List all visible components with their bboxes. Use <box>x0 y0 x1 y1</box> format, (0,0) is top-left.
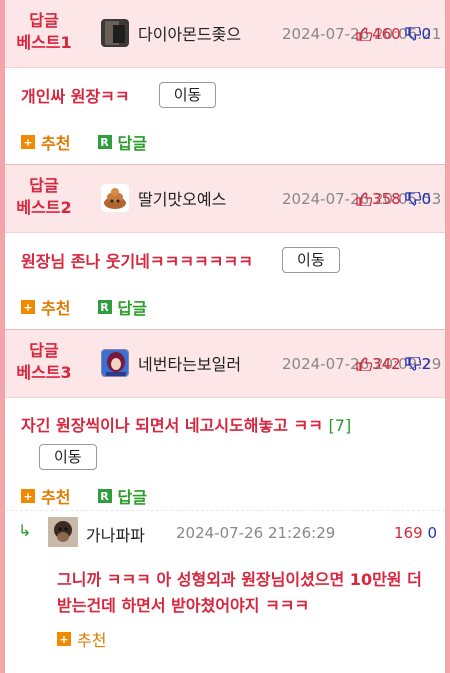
reply-comment: ↳ 가나파파 2024-07-26 21:26:29 169 0 그니까 ㅋㅋㅋ… <box>5 510 445 651</box>
recommend-button[interactable]: + 추천 <box>21 130 70 154</box>
best-comment-header: 답글 베스트2 딸기맛오예스 2024-07-26 20:05:53 358 0 <box>5 165 445 233</box>
nickname[interactable]: 가나파파 <box>86 522 145 546</box>
avatar[interactable] <box>48 517 78 547</box>
best-comment-3: 답글 베스트3 네번타는보일러 2024-07-26 20:09:29 342 … <box>5 330 445 510</box>
thumb-down-icon[interactable] <box>405 191 422 206</box>
vote-counts: 342 2 <box>356 355 431 373</box>
comment-text: 개인싸 원장ㅋㅋ <box>21 87 130 106</box>
comment-actions: + 추천 R 답글 <box>5 124 445 164</box>
reply-arrow-icon: ↳ <box>18 521 32 540</box>
r-box-icon: R <box>97 135 112 149</box>
comment-actions: + 추천 <box>5 619 445 651</box>
reply-label: 답글 <box>117 488 147 507</box>
thumb-up-icon[interactable] <box>356 357 373 372</box>
move-button[interactable]: 이동 <box>158 82 217 108</box>
move-button[interactable]: 이동 <box>39 444 97 470</box>
comment-body: 원장님 존나 웃기네ㅋㅋㅋㅋㅋㅋㅋ 이동 <box>5 233 445 289</box>
comment-actions: + 추천 R 답글 <box>5 289 445 329</box>
best-comment-1: 답글 베스트1 다이아몬드좆으 2024-07-26 20:06:21 460 … <box>5 0 445 165</box>
comment-body: 개인싸 원장ㅋㅋ 이동 <box>5 68 445 124</box>
avatar[interactable] <box>101 19 129 47</box>
vote-counts: 358 0 <box>356 190 431 208</box>
vote-counts: 460 0 <box>356 25 431 43</box>
thumb-down-icon[interactable] <box>405 26 422 41</box>
comment-text: 그니까 ㅋㅋㅋ 아 성형외과 원장님이셨으면 10만원 더받는건데 하면서 받아… <box>57 570 422 615</box>
thumb-up-icon[interactable] <box>356 27 373 42</box>
recommend-label: 추천 <box>41 299 71 318</box>
r-box-icon: R <box>97 489 112 503</box>
reply-button[interactable]: R 답글 <box>97 295 147 319</box>
plus-box-icon: + <box>57 632 71 646</box>
recommend-button[interactable]: + 추천 <box>57 627 106 651</box>
thumb-down-icon[interactable] <box>405 356 422 371</box>
recommend-button[interactable]: + 추천 <box>21 295 70 319</box>
comment-panel: 답글 베스트1 다이아몬드좆으 2024-07-26 20:06:21 460 … <box>5 0 445 673</box>
upvote-count: 169 <box>394 524 423 542</box>
upvote-count: 342 <box>372 355 401 373</box>
recommend-label: 추천 <box>41 488 71 507</box>
timestamp: 2024-07-26 21:26:29 <box>176 524 336 542</box>
avatar[interactable] <box>101 184 129 212</box>
avatar[interactable] <box>101 349 129 377</box>
comment-text: 자긴 원장씩이나 되면서 네고시도해놓고 ㅋㅋ <box>21 416 329 435</box>
plus-box-icon: + <box>21 135 35 149</box>
recommend-button[interactable]: + 추천 <box>21 484 70 508</box>
r-box-icon: R <box>97 300 112 314</box>
nickname[interactable]: 다이아몬드좆으 <box>138 21 241 45</box>
comment-text: 원장님 존나 웃기네ㅋㅋㅋㅋㅋㅋㅋ <box>21 252 253 271</box>
reply-count: [7] <box>328 416 352 435</box>
best-label: 답글 베스트3 <box>16 341 72 382</box>
reply-label: 답글 <box>117 134 147 153</box>
upvote-count: 460 <box>372 25 401 43</box>
downvote-count: 0 <box>421 25 431 43</box>
thumb-up-icon[interactable] <box>356 192 373 207</box>
best-comment-header: 답글 베스트1 다이아몬드좆으 2024-07-26 20:06:21 460 … <box>5 0 445 68</box>
plus-box-icon: + <box>21 300 35 314</box>
downvote-count: 0 <box>421 190 431 208</box>
vote-counts: 169 0 <box>394 524 437 542</box>
recommend-label: 추천 <box>41 134 71 153</box>
comment-actions: + 추천 R 답글 <box>5 470 445 510</box>
best-comment-2: 답글 베스트2 딸기맛오예스 2024-07-26 20:05:53 358 0… <box>5 165 445 330</box>
reply-button[interactable]: R 답글 <box>97 484 147 508</box>
nickname[interactable]: 네번타는보일러 <box>138 351 241 375</box>
upvote-count: 358 <box>372 190 401 208</box>
downvote-count: 2 <box>421 355 431 373</box>
nickname[interactable]: 딸기맛오예스 <box>138 186 226 210</box>
downvote-count: 0 <box>427 524 437 542</box>
best-label: 답글 베스트2 <box>16 176 72 217</box>
recommend-label: 추천 <box>77 631 107 650</box>
plus-box-icon: + <box>21 489 35 503</box>
reply-button[interactable]: R 답글 <box>97 130 147 154</box>
best-comment-header: 답글 베스트3 네번타는보일러 2024-07-26 20:09:29 342 … <box>5 330 445 398</box>
comment-body: 자긴 원장씩이나 되면서 네고시도해놓고 ㅋㅋ [7] 이동 <box>5 398 445 470</box>
reply-header: ↳ 가나파파 2024-07-26 21:26:29 169 0 <box>5 511 445 551</box>
reply-label: 답글 <box>117 299 147 318</box>
best-label: 답글 베스트1 <box>16 11 72 52</box>
move-button[interactable]: 이동 <box>282 247 340 273</box>
